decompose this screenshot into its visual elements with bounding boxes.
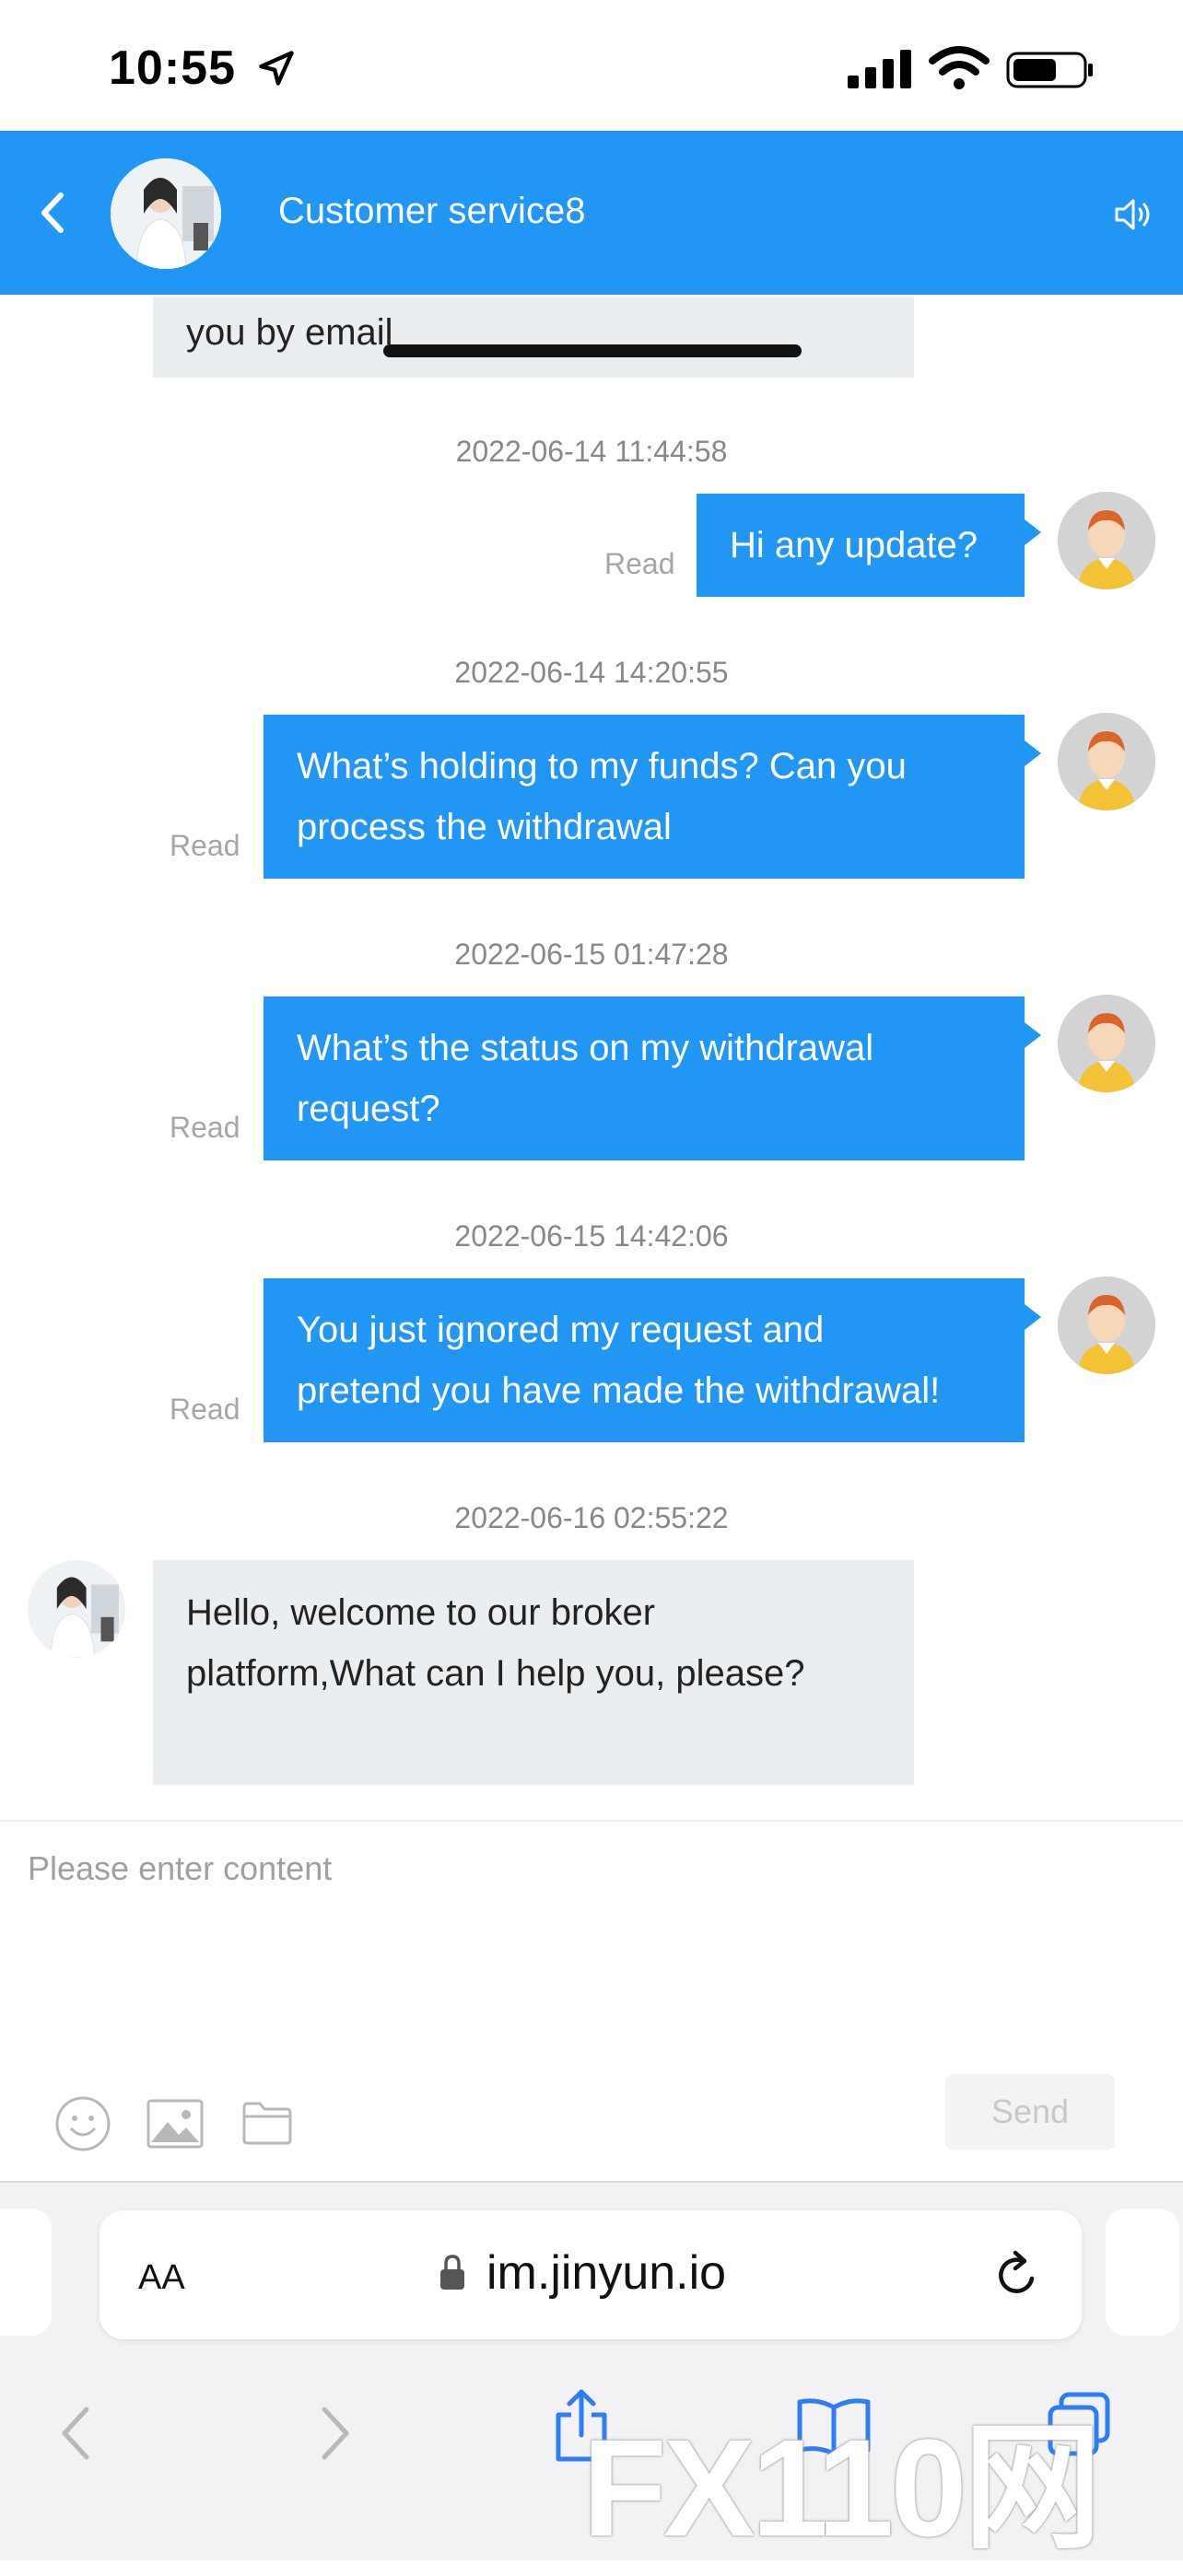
message-timestamp: 2022-06-15 14:42:06 — [454, 1219, 729, 1253]
outgoing-message-bubble: You just ignored my request and pretend … — [264, 1278, 1041, 1442]
send-button[interactable]: Send — [945, 2074, 1115, 2150]
location-arrow-icon — [259, 51, 294, 86]
message-line: What’s holding to my funds? Can you — [297, 746, 907, 787]
message-line: What’s the status on my withdrawal — [297, 1028, 874, 1068]
chat-title: Customer service8 — [278, 191, 586, 231]
message-line: process the withdrawal — [297, 807, 672, 847]
message-timestamp: 2022-06-14 14:20:55 — [454, 656, 729, 689]
wifi-icon — [929, 46, 990, 89]
message-timestamp: 2022-06-16 02:55:22 — [454, 1501, 729, 1534]
agent-avatar[interactable] — [111, 158, 221, 269]
text-size-button[interactable]: AA — [138, 2249, 185, 2300]
cellular-signal-icon — [848, 50, 911, 88]
message-line: Hello, welcome to our broker — [186, 1592, 656, 1633]
browser-forward-icon[interactable] — [317, 2404, 354, 2463]
battery-icon — [1006, 52, 1093, 88]
address-bar[interactable]: AA im.jinyun.io — [100, 2210, 1082, 2339]
back-chevron-icon[interactable] — [35, 188, 68, 238]
speaker-icon[interactable] — [1113, 193, 1155, 236]
watermark-logo: FX110网 — [582, 2410, 1102, 2565]
read-status: Read — [604, 547, 675, 580]
message-line: You just ignored my request and — [297, 1310, 825, 1350]
message-composer: Please enter content Send — [0, 1820, 1183, 2183]
emoji-icon[interactable] — [53, 2094, 112, 2153]
message-line: platform,What can I help you, please? — [186, 1653, 805, 1694]
incoming-message-bubble: you by email — [153, 297, 914, 378]
url-text: im.jinyun.io — [486, 2246, 727, 2300]
message-line: pretend you have made the withdrawal! — [297, 1370, 941, 1411]
message-timestamp: 2022-06-14 11:44:58 — [455, 435, 728, 468]
outgoing-message-bubble: What’s the status on my withdrawal reque… — [264, 997, 1041, 1160]
previous-tab-stub[interactable] — [0, 2209, 52, 2336]
agent-avatar[interactable] — [28, 1560, 125, 1658]
message-text: you by email — [186, 312, 393, 353]
outgoing-message-bubble: What’s holding to my funds? Can you proc… — [264, 715, 1041, 879]
user-avatar[interactable] — [1058, 492, 1155, 589]
read-status: Read — [170, 1111, 240, 1144]
text-size-label: AA — [138, 2258, 185, 2297]
message-input[interactable]: Please enter content — [28, 1849, 332, 1888]
status-time: 10:55 — [109, 41, 236, 95]
browser-back-icon[interactable] — [57, 2404, 94, 2463]
folder-icon[interactable] — [241, 2100, 293, 2146]
message-line: Hi any update? — [730, 525, 978, 565]
next-tab-stub[interactable] — [1106, 2209, 1179, 2336]
reload-icon[interactable] — [990, 2247, 1045, 2302]
read-status: Read — [170, 1393, 240, 1426]
image-upload-icon[interactable] — [146, 2098, 205, 2150]
read-status: Read — [170, 829, 240, 862]
outgoing-message-bubble: Hi any update? — [697, 494, 1041, 597]
status-bar: 10:55 — [0, 0, 1183, 131]
lock-icon — [440, 2255, 464, 2290]
user-avatar[interactable] — [1058, 995, 1155, 1092]
user-avatar[interactable] — [1058, 1276, 1155, 1374]
message-timestamp: 2022-06-15 01:47:28 — [454, 938, 729, 971]
incoming-message-bubble: Hello, welcome to our broker platform,Wh… — [153, 1560, 914, 1785]
user-avatar[interactable] — [1058, 713, 1155, 810]
chat-header: Customer service8 — [0, 131, 1183, 295]
message-line: request? — [297, 1089, 440, 1129]
home-indicator — [383, 344, 802, 357]
